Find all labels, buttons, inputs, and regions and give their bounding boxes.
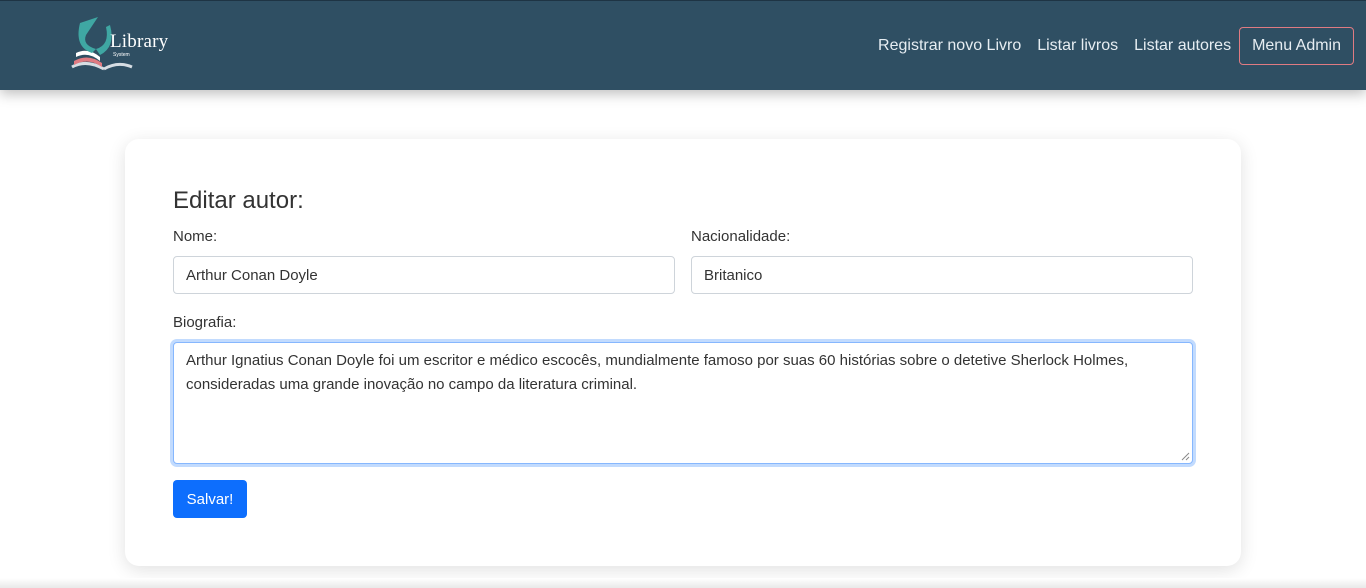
save-button[interactable]: Salvar! — [173, 480, 247, 518]
menu-admin-button[interactable]: Menu Admin — [1239, 27, 1354, 65]
brand-title: Library — [110, 31, 169, 52]
biografia-label: Biografia: — [173, 314, 237, 331]
brand-logo[interactable]: Library System — [66, 15, 176, 77]
bottom-shadow — [0, 578, 1366, 588]
nav-listar-livros[interactable]: Listar livros — [1037, 37, 1118, 55]
nacionalidade-label: Nacionalidade: — [691, 228, 791, 245]
page-title: Editar autor: — [173, 187, 304, 214]
nav-registrar-livro[interactable]: Registrar novo Livro — [878, 37, 1021, 55]
top-navbar: Library System Registrar novo Livro List… — [0, 0, 1366, 90]
brand-subtitle: System — [113, 52, 130, 58]
nome-label: Nome: — [173, 228, 218, 245]
biografia-text: Arthur Ignatius Conan Doyle foi um escri… — [186, 352, 1129, 393]
biografia-textarea[interactable]: Arthur Ignatius Conan Doyle foi um escri… — [173, 342, 1193, 464]
nome-input[interactable] — [173, 256, 675, 294]
edit-author-card: Editar autor: Nome: Nacionalidade: Biogr… — [125, 139, 1241, 566]
nav-listar-autores[interactable]: Listar autores — [1134, 37, 1231, 55]
resize-handle-icon[interactable] — [1180, 451, 1190, 461]
nacionalidade-input[interactable] — [691, 256, 1193, 294]
nav-links: Registrar novo Livro Listar livros Lista… — [862, 27, 1354, 65]
